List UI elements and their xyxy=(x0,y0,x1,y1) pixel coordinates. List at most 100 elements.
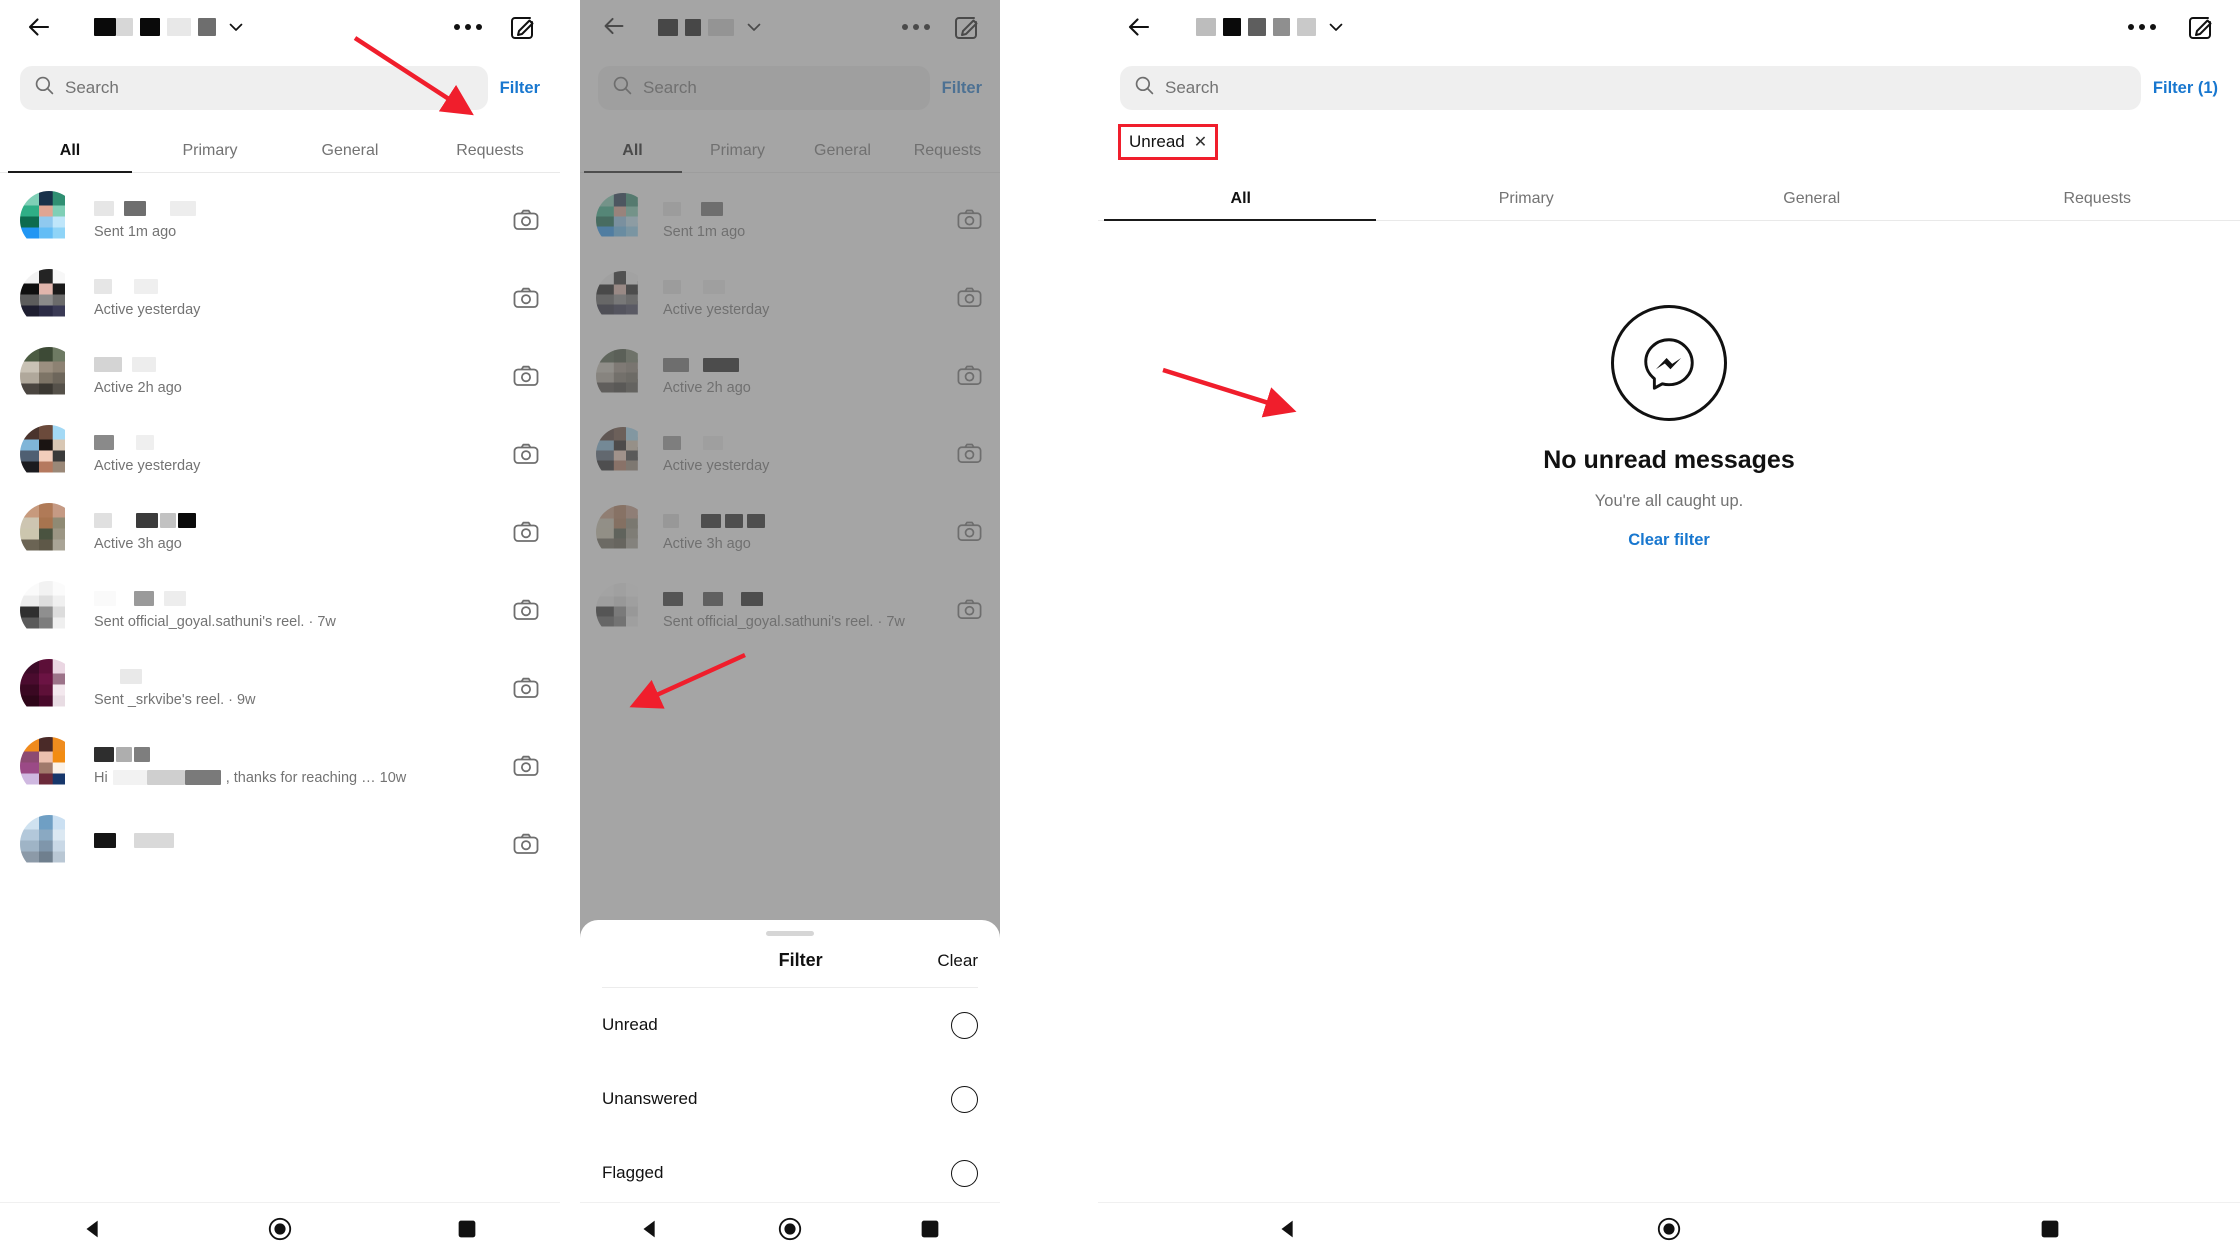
camera-icon[interactable] xyxy=(956,206,984,234)
redacted-block xyxy=(701,201,723,216)
camera-icon[interactable] xyxy=(512,596,540,624)
redacted-block xyxy=(146,770,185,785)
redacted-block xyxy=(134,833,174,848)
conversation-row[interactable]: Active 3h ago xyxy=(580,493,1000,571)
back-arrow-icon[interactable] xyxy=(22,10,56,44)
tab-general[interactable]: General xyxy=(1669,180,1955,220)
tab-all[interactable]: All xyxy=(0,132,140,172)
more-options-icon[interactable] xyxy=(454,24,482,30)
tab-requests[interactable]: Requests xyxy=(1955,180,2240,220)
conversation-text: Active yesterday xyxy=(663,435,943,474)
camera-icon[interactable] xyxy=(512,284,540,312)
camera-icon[interactable] xyxy=(512,362,540,390)
filter-option-unanswered[interactable]: Unanswered xyxy=(602,1062,978,1136)
filter-option-flagged[interactable]: Flagged xyxy=(602,1136,978,1210)
camera-icon[interactable] xyxy=(956,362,984,390)
search-input[interactable]: Search xyxy=(598,66,930,110)
tab-all[interactable]: All xyxy=(580,132,685,172)
conversation-row[interactable]: Active 2h ago xyxy=(580,337,1000,415)
conversation-row[interactable]: Active yesterday xyxy=(0,415,560,493)
nav-recents-square-icon[interactable] xyxy=(454,1216,480,1247)
tab-general[interactable]: General xyxy=(790,132,895,172)
back-arrow-icon[interactable] xyxy=(598,10,632,44)
active-tab-indicator xyxy=(8,171,132,173)
redacted-block xyxy=(94,833,116,848)
more-options-icon[interactable] xyxy=(2128,24,2156,30)
tab-requests[interactable]: Requests xyxy=(420,132,560,172)
tab-requests[interactable]: Requests xyxy=(895,132,1000,172)
filter-button[interactable]: Filter (1) xyxy=(2153,79,2218,98)
radio-button[interactable] xyxy=(951,1011,978,1039)
redacted-block xyxy=(1273,18,1290,36)
conversation-row[interactable] xyxy=(0,805,560,883)
conversation-preview: Sent 1m ago xyxy=(663,223,746,240)
nav-recents-square-icon[interactable] xyxy=(2037,1216,2063,1247)
sheet-clear-button[interactable]: Clear xyxy=(937,951,978,971)
conversation-row[interactable]: Sent official_goyal.sathuni's reel. · 7w xyxy=(0,571,560,649)
username-redacted xyxy=(663,513,943,529)
filter-option-unread[interactable]: Unread xyxy=(602,988,978,1062)
conversation-row[interactable]: Active 3h ago xyxy=(0,493,560,571)
radio-button[interactable] xyxy=(951,1085,978,1113)
filter-chip-unread[interactable]: Unread ✕ xyxy=(1125,130,1211,154)
conversation-row[interactable]: Active yesterday xyxy=(580,415,1000,493)
camera-icon[interactable] xyxy=(512,518,540,546)
tab-primary[interactable]: Primary xyxy=(685,132,790,172)
camera-icon[interactable] xyxy=(512,440,540,468)
nav-recents-square-icon[interactable] xyxy=(917,1216,943,1247)
chevron-down-icon[interactable] xyxy=(227,18,245,36)
nav-back-triangle-icon[interactable] xyxy=(80,1216,106,1247)
radio-button[interactable] xyxy=(951,1159,978,1187)
clear-filter-button[interactable]: Clear filter xyxy=(1628,531,1710,550)
tab-general[interactable]: General xyxy=(280,132,420,172)
conversation-row[interactable]: Active yesterday xyxy=(580,259,1000,337)
conversation-row[interactable]: Sent _srkvibe's reel. · 9w xyxy=(0,649,560,727)
conversation-row[interactable]: Active 2h ago xyxy=(0,337,560,415)
filter-option-label: Flagged xyxy=(602,1163,664,1182)
camera-icon[interactable] xyxy=(956,596,984,624)
more-options-icon[interactable] xyxy=(902,24,930,30)
panel-inbox-default: Search Filter All Primary General Reques… xyxy=(0,0,560,1260)
camera-icon[interactable] xyxy=(956,284,984,312)
redacted-block xyxy=(160,513,176,528)
camera-icon[interactable] xyxy=(512,830,540,858)
chevron-down-icon[interactable] xyxy=(745,18,763,36)
compose-message-icon[interactable] xyxy=(952,12,982,42)
camera-icon[interactable] xyxy=(956,440,984,468)
camera-icon[interactable] xyxy=(512,752,540,780)
tab-all[interactable]: All xyxy=(1098,180,1384,220)
nav-home-circle-icon[interactable] xyxy=(1656,1216,1682,1247)
redacted-block xyxy=(136,513,158,528)
conversation-row[interactable]: Sent 1m ago xyxy=(0,181,560,259)
chevron-down-icon[interactable] xyxy=(1327,18,1345,36)
camera-icon[interactable] xyxy=(512,674,540,702)
conversation-row[interactable]: Sent 1m ago xyxy=(580,181,1000,259)
camera-icon[interactable] xyxy=(956,518,984,546)
filter-button[interactable]: Filter xyxy=(942,79,982,98)
tab-primary[interactable]: Primary xyxy=(140,132,280,172)
sheet-title: Filter xyxy=(778,950,823,970)
back-arrow-icon[interactable] xyxy=(1122,10,1156,44)
nav-back-triangle-icon[interactable] xyxy=(637,1216,663,1247)
compose-message-icon[interactable] xyxy=(508,12,538,42)
nav-home-circle-icon[interactable] xyxy=(267,1216,293,1247)
tab-primary[interactable]: Primary xyxy=(1384,180,1670,220)
account-title-redacted[interactable] xyxy=(1196,18,1345,36)
search-input[interactable]: Search xyxy=(20,66,488,110)
redacted-block xyxy=(663,435,681,450)
compose-message-icon[interactable] xyxy=(2186,12,2216,42)
username-redacted xyxy=(663,435,943,451)
account-title-redacted[interactable] xyxy=(658,18,763,36)
search-input[interactable]: Search xyxy=(1120,66,2141,110)
close-icon[interactable]: ✕ xyxy=(1194,132,1207,152)
camera-icon[interactable] xyxy=(512,206,540,234)
nav-home-circle-icon[interactable] xyxy=(777,1216,803,1247)
conversation-row[interactable]: Hi , thanks for reaching … 10w xyxy=(0,727,560,805)
inbox-tabs: All Primary General Requests xyxy=(580,132,1000,173)
conversation-row[interactable]: Sent official_goyal.sathuni's reel. · 7w xyxy=(580,571,1000,649)
account-title-redacted[interactable] xyxy=(94,18,245,36)
conversation-preview: Active 3h ago xyxy=(663,535,751,552)
nav-back-triangle-icon[interactable] xyxy=(1275,1216,1301,1247)
conversation-row[interactable]: Active yesterday xyxy=(0,259,560,337)
filter-button[interactable]: Filter xyxy=(500,79,540,98)
